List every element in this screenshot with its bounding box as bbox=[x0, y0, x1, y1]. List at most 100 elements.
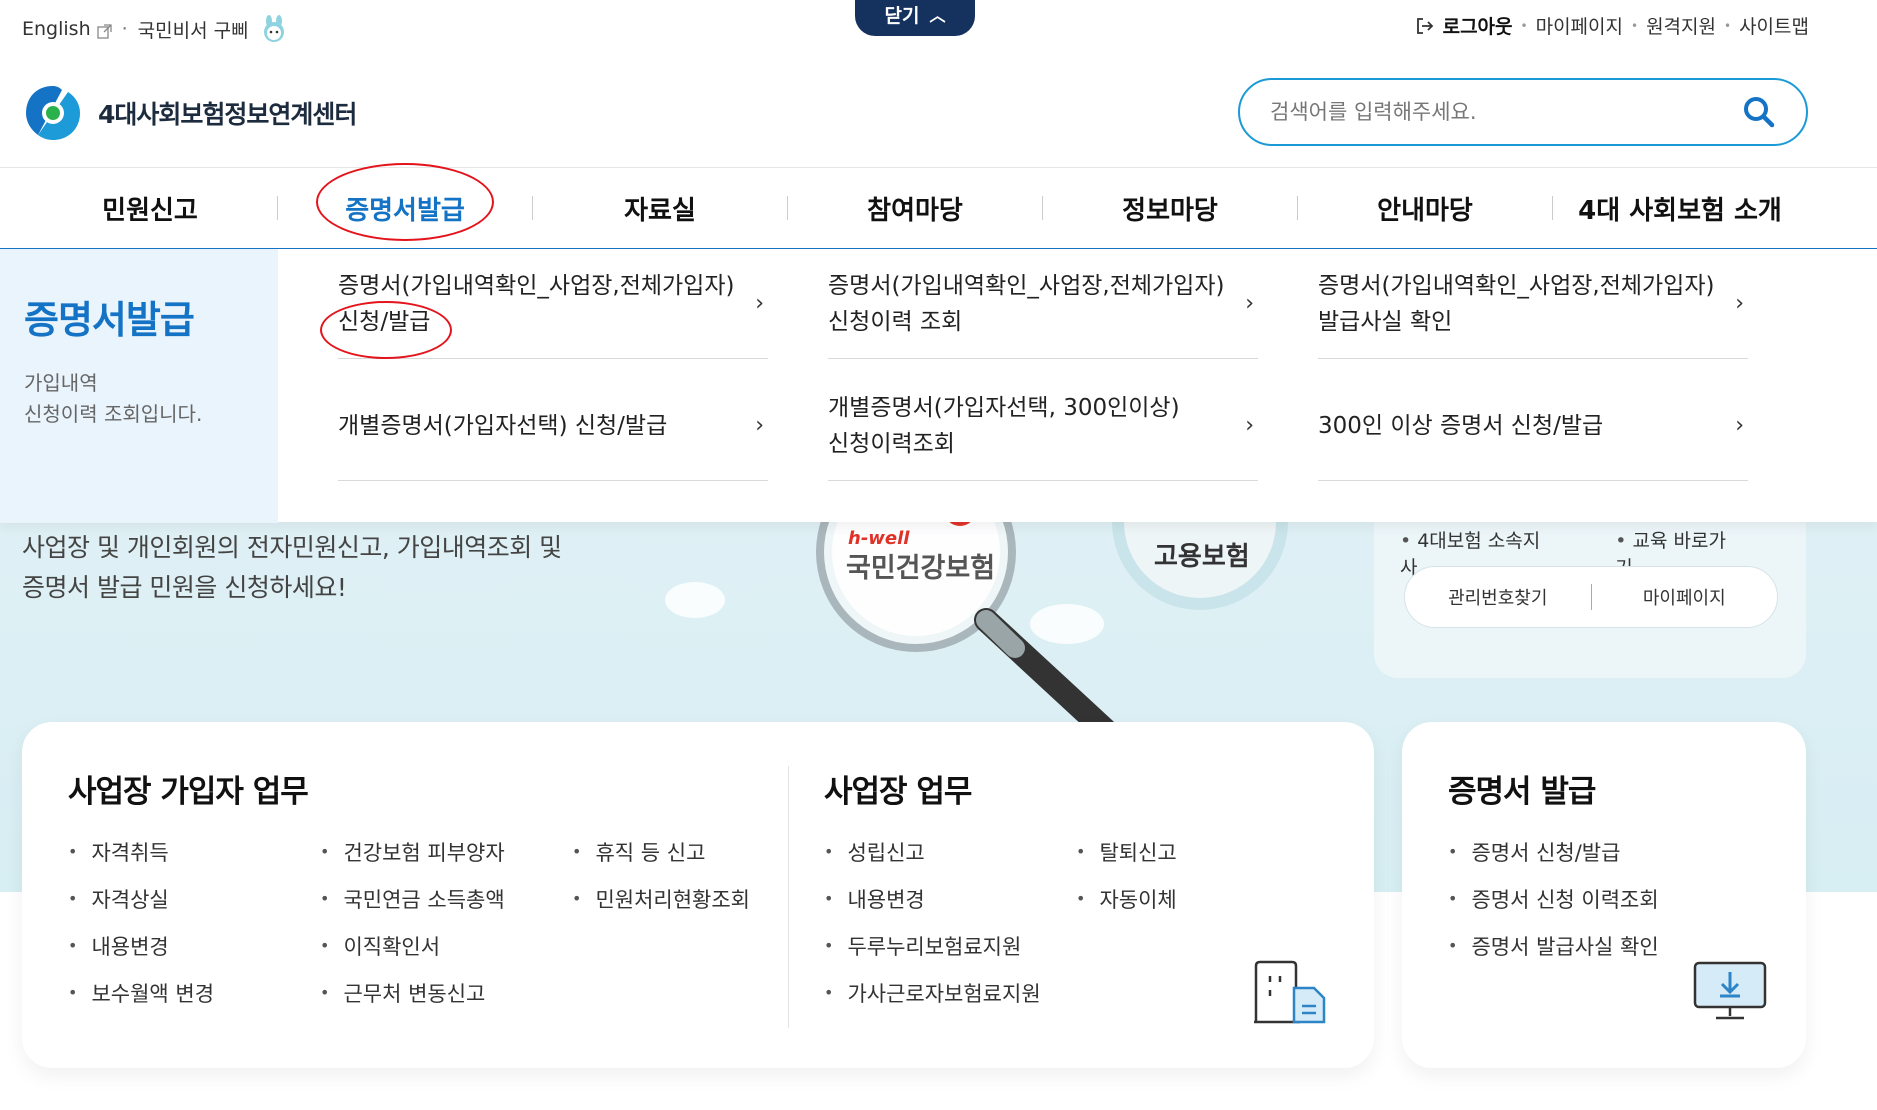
chevron-right-icon: › bbox=[1245, 290, 1254, 316]
separator: • bbox=[1724, 18, 1732, 33]
gubbi-link[interactable]: 국민비서 구삐 bbox=[138, 16, 249, 43]
list-item[interactable]: 자격취득 bbox=[68, 828, 214, 875]
list-item[interactable]: 가사근로자보험료지원 bbox=[824, 969, 1040, 1016]
mega-link-label: 개별증명서(가입자선택) 신청/발급 bbox=[338, 412, 668, 439]
hero-text: 사업장 및 개인회원의 전자민원신고, 가입내역조회 및 증명서 발급 민원을 … bbox=[22, 533, 562, 602]
list-item[interactable]: 이직확인서 bbox=[320, 922, 505, 969]
nav-civil-report[interactable]: 민원신고 bbox=[40, 168, 260, 248]
mega-menu-desc: 가입내역 신청이력 조회입니다. bbox=[24, 371, 203, 426]
nav-about[interactable]: 4대 사회보험 소개 bbox=[1560, 168, 1800, 248]
quick-button-group: 관리번호찾기 마이페이지 bbox=[1404, 566, 1778, 628]
sitemap-link[interactable]: 사이트맵 bbox=[1739, 12, 1809, 39]
nav-divider bbox=[1297, 196, 1298, 220]
logout-link[interactable]: 로그아웃 bbox=[1415, 12, 1513, 39]
list-item[interactable]: 국민연금 소득총액 bbox=[320, 875, 504, 922]
list-item[interactable]: 건강보험 피부양자 bbox=[320, 828, 504, 875]
main-nav: 민원신고 증명서발급 자료실 참여마당 정보마당 안내마당 4대 사회보험 소개 bbox=[0, 168, 1877, 248]
employment-insurance-label: 고용보험 bbox=[1154, 542, 1250, 572]
nav-divider bbox=[787, 196, 788, 220]
mega-link-label: 개별증명서(가입자선택, 300인이상) 신청이력조회 bbox=[828, 394, 1180, 457]
workplace-member-list-1: 자격취득 자격상실 내용변경 보수월액 변경 bbox=[68, 828, 214, 1016]
utility-left: English · 국민비서 구삐 bbox=[22, 14, 289, 44]
mypage-link[interactable]: 마이페이지 bbox=[1536, 12, 1623, 39]
workplace-list-1: 성립신고 내용변경 두루누리보험료지원 가사근로자보험료지원 bbox=[824, 828, 1041, 1016]
site-logo[interactable]: 4대사회보험정보연계센터 bbox=[22, 82, 357, 144]
chevron-right-icon: › bbox=[1245, 412, 1254, 438]
list-item[interactable]: 증명서 신청/발급 bbox=[1448, 828, 1659, 875]
mega-link-verify[interactable]: 증명서(가입내역확인_사업장,전체가입자) 발급사실 확인 › bbox=[1318, 249, 1748, 359]
mega-link-label: 증명서(가입내역확인_사업장,전체가입자) 신청/발급 bbox=[338, 272, 735, 335]
chevron-right-icon: › bbox=[755, 290, 764, 316]
remote-support-link[interactable]: 원격지원 bbox=[1646, 12, 1716, 39]
mega-menu: 증명서발급 가입내역 신청이력 조회입니다. 증명서(가입내역확인_사업장,전체… bbox=[0, 248, 1877, 523]
workplace-member-list-2: 건강보험 피부양자 국민연금 소득총액 이직확인서 근무처 변동신고 bbox=[320, 828, 505, 1016]
chevron-up-icon: ︿ bbox=[929, 6, 946, 25]
external-link-icon bbox=[96, 22, 112, 39]
nav-divider bbox=[1552, 196, 1553, 220]
workplace-list-2: 탈퇴신고 자동이체 bbox=[1076, 828, 1176, 922]
nav-certificate[interactable]: 증명서발급 bbox=[295, 168, 515, 248]
separator: · bbox=[121, 18, 128, 40]
logo-text: 4대사회보험정보연계센터 bbox=[98, 100, 357, 129]
utility-bar: English · 국민비서 구삐 닫기 ︿ 로그아웃 • 마이페이지 • 원격… bbox=[0, 0, 1877, 52]
separator: • bbox=[1631, 18, 1639, 33]
search-icon[interactable] bbox=[1742, 95, 1776, 129]
nav-divider bbox=[1042, 196, 1043, 220]
mega-link-individual-history[interactable]: 개별증명서(가입자선택, 300인이상) 신청이력조회 › bbox=[828, 371, 1258, 481]
logout-label: 로그아웃 bbox=[1442, 16, 1513, 38]
workplace-member-list-3: 휴직 등 신고 민원처리현황조회 bbox=[572, 828, 750, 922]
nav-participation[interactable]: 참여마당 bbox=[805, 168, 1025, 248]
mega-link-label: 300인 이상 증명서 신청/발급 bbox=[1318, 412, 1604, 439]
list-item[interactable]: 성립신고 bbox=[824, 828, 1041, 875]
english-link[interactable]: English bbox=[22, 18, 91, 40]
chevron-right-icon: › bbox=[755, 412, 764, 438]
logout-icon bbox=[1416, 17, 1433, 34]
separator: • bbox=[1520, 18, 1528, 33]
certificate-list: 증명서 신청/발급 증명서 신청 이력조회 증명서 발급사실 확인 bbox=[1448, 828, 1659, 969]
search-bar bbox=[1238, 78, 1808, 146]
list-item[interactable]: 근무처 변동신고 bbox=[320, 969, 505, 1016]
mega-link-apply-issue[interactable]: 증명서(가입내역확인_사업장,전체가입자) 신청/발급 › bbox=[338, 249, 768, 359]
close-menu-button[interactable]: 닫기 ︿ bbox=[855, 0, 975, 36]
mega-menu-side: 증명서발급 가입내역 신청이력 조회입니다. bbox=[0, 249, 278, 523]
cloud-decoration bbox=[665, 582, 725, 618]
workplace-title: 사업장 업무 bbox=[824, 774, 972, 810]
nav-divider bbox=[277, 196, 278, 220]
list-item[interactable]: 민원처리현황조회 bbox=[572, 875, 750, 922]
nav-information[interactable]: 정보마당 bbox=[1060, 168, 1280, 248]
find-manage-number-button[interactable]: 관리번호찾기 bbox=[1405, 584, 1591, 610]
list-item[interactable]: 자격상실 bbox=[68, 875, 214, 922]
list-item[interactable]: 내용변경 bbox=[824, 875, 1041, 922]
monitor-download-icon bbox=[1693, 961, 1767, 1020]
mypage-button[interactable]: 마이페이지 bbox=[1592, 584, 1778, 610]
gubbi-mascot-icon bbox=[259, 14, 289, 44]
logo-emblem-icon bbox=[26, 86, 80, 140]
close-label: 닫기 bbox=[884, 4, 920, 27]
workplace-card: 사업장 가입자 업무 자격취득 자격상실 내용변경 보수월액 변경 건강보험 피… bbox=[22, 722, 1374, 1068]
mega-link-label: 증명서(가입내역확인_사업장,전체가입자) 신청이력 조회 bbox=[828, 272, 1225, 335]
list-item[interactable]: 증명서 발급사실 확인 bbox=[1448, 922, 1658, 969]
nav-archive[interactable]: 자료실 bbox=[550, 168, 770, 248]
list-item[interactable]: 내용변경 bbox=[68, 922, 214, 969]
header: 4대사회보험정보연계센터 bbox=[0, 52, 1877, 168]
list-item[interactable]: 탈퇴신고 bbox=[1076, 828, 1176, 875]
chevron-right-icon: › bbox=[1735, 290, 1744, 316]
mega-link-history[interactable]: 증명서(가입내역확인_사업장,전체가입자) 신청이력 조회 › bbox=[828, 249, 1258, 359]
mega-link-label: 증명서(가입내역확인_사업장,전체가입자) 발급사실 확인 bbox=[1318, 272, 1715, 335]
utility-right: 로그아웃 • 마이페이지 • 원격지원 • 사이트맵 bbox=[1415, 12, 1809, 39]
list-item[interactable]: 두루누리보험료지원 bbox=[824, 922, 1041, 969]
nav-guide[interactable]: 안내마당 bbox=[1315, 168, 1535, 248]
mega-link-individual-apply[interactable]: 개별증명서(가입자선택) 신청/발급 › bbox=[338, 371, 768, 481]
chevron-right-icon: › bbox=[1735, 412, 1744, 438]
list-item[interactable]: 증명서 신청 이력조회 bbox=[1448, 875, 1658, 922]
list-item[interactable]: 보수월액 변경 bbox=[68, 969, 214, 1016]
search-input[interactable] bbox=[1270, 100, 1742, 124]
list-item[interactable]: 자동이체 bbox=[1076, 875, 1176, 922]
list-item[interactable]: 휴직 등 신고 bbox=[572, 828, 750, 875]
mega-link-300plus[interactable]: 300인 이상 증명서 신청/발급 › bbox=[1318, 371, 1748, 481]
certificate-card: 증명서 발급 증명서 신청/발급 증명서 신청 이력조회 증명서 발급사실 확인 bbox=[1402, 722, 1806, 1068]
health-insurance-label: 국민건강보험 bbox=[846, 553, 996, 584]
certificate-card-title: 증명서 발급 bbox=[1448, 774, 1596, 810]
card-divider bbox=[788, 766, 789, 1028]
nav-divider bbox=[532, 196, 533, 220]
